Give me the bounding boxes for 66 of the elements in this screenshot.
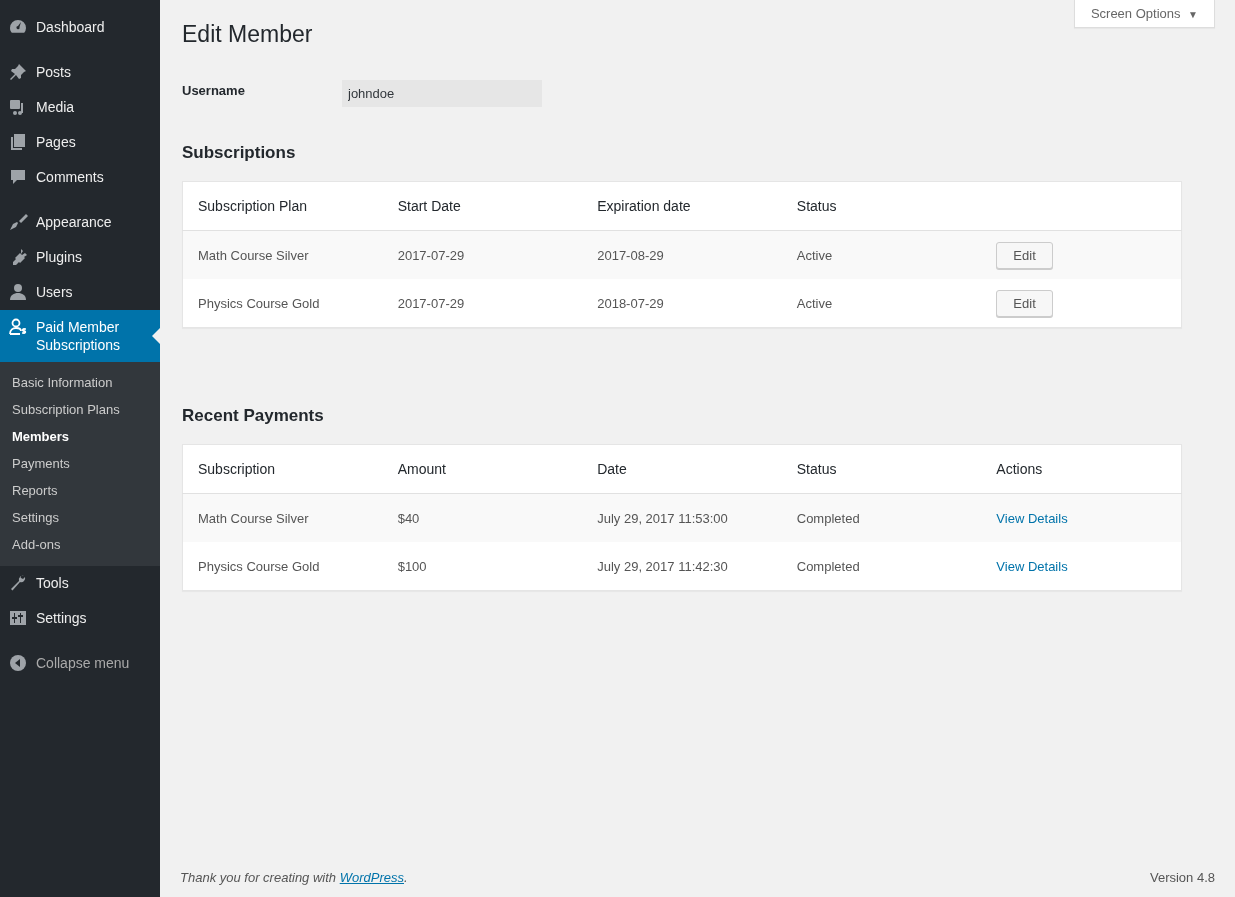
wordpress-link[interactable]: WordPress <box>339 870 404 885</box>
column-header: Subscription Plan <box>198 198 307 214</box>
table-cell: Active <box>796 247 833 263</box>
comment-icon <box>8 167 28 187</box>
user-icon <box>8 282 28 302</box>
table-cell: 2018-07-29 <box>597 295 664 311</box>
table-cell: $100 <box>397 558 427 574</box>
collapse-menu-button[interactable]: Collapse menu <box>0 646 160 681</box>
field-label: Username <box>182 82 246 98</box>
column-header: Date <box>597 461 627 477</box>
column-header: Start Date <box>397 198 461 214</box>
edit-button[interactable]: Edit <box>996 289 1053 317</box>
table-cell: Completed <box>796 510 860 526</box>
column-header: Status <box>796 198 837 214</box>
footer-text: Thank you for creating with WordPress. <box>180 870 408 885</box>
menu-item[interactable]: Users <box>0 275 160 310</box>
menu-item[interactable]: Pages <box>0 125 160 160</box>
submenu-item[interactable]: Add-ons <box>0 531 160 558</box>
menu-item[interactable]: Posts <box>0 55 160 90</box>
edit-button[interactable]: Edit <box>996 241 1053 269</box>
table-cell: 2017-08-29 <box>597 247 664 263</box>
table-cell: Physics Course Gold <box>198 295 320 311</box>
column-header: Amount <box>397 461 446 477</box>
menu-item[interactable]: Plugins <box>0 240 160 275</box>
username-field[interactable]: johndoe <box>342 79 542 107</box>
submenu-item[interactable]: Basic Information <box>0 369 160 396</box>
user-dollar-icon <box>8 317 28 337</box>
table-cell: Active <box>796 295 833 311</box>
table-cell: Math Course Silver <box>198 247 309 263</box>
pages-icon <box>8 132 28 152</box>
submenu-item[interactable]: Reports <box>0 477 160 504</box>
menu-item[interactable]: Appearance <box>0 205 160 240</box>
section-heading: Recent Payments <box>182 406 325 426</box>
column-header: Subscription <box>198 461 276 477</box>
pin-icon <box>8 62 28 82</box>
menu-item[interactable]: Media <box>0 90 160 125</box>
menu-item[interactable]: Paid Member Subscriptions <box>0 310 160 362</box>
current-pointer-icon <box>152 328 160 344</box>
table-cell: Completed <box>796 558 860 574</box>
menu-item[interactable]: Tools <box>0 566 160 601</box>
table-cell: Physics Course Gold <box>198 558 320 574</box>
brush-icon <box>8 212 28 232</box>
table-cell: 2017-07-29 <box>397 295 465 311</box>
view-details-link[interactable]: View Details <box>996 510 1068 526</box>
submenu-item[interactable]: Subscription Plans <box>0 396 160 423</box>
table-cell: July 29, 2017 11:53:00 <box>597 510 728 526</box>
table-cell: Math Course Silver <box>198 510 309 526</box>
column-header: Status <box>796 461 837 477</box>
table-cell: 2017-07-29 <box>397 247 465 263</box>
sliders-icon <box>8 608 28 628</box>
menu-item[interactable]: Comments <box>0 160 160 195</box>
section-heading: Subscriptions <box>182 143 297 163</box>
column-header: Actions <box>996 461 1043 477</box>
table-cell: July 29, 2017 11:42:30 <box>597 558 728 574</box>
screen-options-button[interactable]: Screen Options ▼ <box>1073 0 1215 28</box>
menu-item[interactable]: Dashboard <box>0 10 160 45</box>
collapse-icon <box>8 653 28 673</box>
submenu-item[interactable]: Payments <box>0 450 160 477</box>
view-details-link[interactable]: View Details <box>996 558 1068 574</box>
table-cell: $40 <box>397 510 420 526</box>
page-title: Edit Member <box>182 20 314 49</box>
menu-item[interactable]: Settings <box>0 601 160 636</box>
submenu-item[interactable]: Members <box>0 423 160 450</box>
version-text: Version 4.8 <box>1149 870 1215 885</box>
submenu-item[interactable]: Settings <box>0 504 160 531</box>
column-header: Expiration date <box>597 198 691 214</box>
